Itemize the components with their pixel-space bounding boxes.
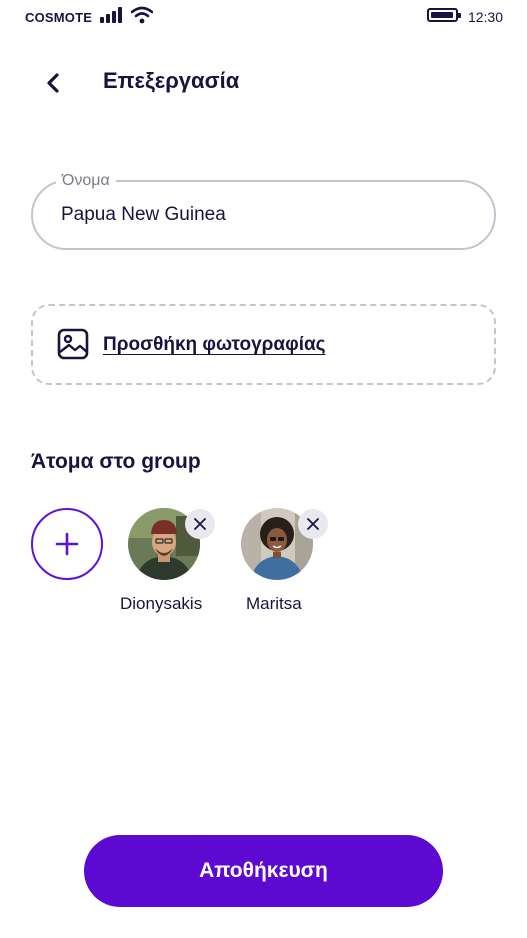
remove-member-button[interactable] xyxy=(185,509,215,539)
chevron-left-icon xyxy=(47,73,59,93)
add-member-button[interactable] xyxy=(31,508,103,580)
name-field-label: Όνομα xyxy=(56,172,116,190)
add-photo-button[interactable]: Προσθήκη φωτογραφίας xyxy=(31,304,496,385)
name-field[interactable] xyxy=(31,180,496,250)
carrier-label: COSMOTE xyxy=(25,10,93,25)
back-button[interactable] xyxy=(38,66,68,100)
signal-icon xyxy=(100,7,122,23)
member-item: Maritsa xyxy=(241,508,331,618)
plus-icon xyxy=(55,532,79,556)
image-icon xyxy=(57,328,89,360)
add-photo-label: Προσθήκη φωτογραφίας xyxy=(103,334,326,355)
close-icon xyxy=(307,518,319,530)
battery-icon xyxy=(427,8,461,22)
name-input[interactable] xyxy=(61,182,474,248)
page-title: Επεξεργασία xyxy=(103,68,240,93)
member-name: Maritsa xyxy=(246,594,302,613)
status-time: 12:30 xyxy=(467,9,503,25)
close-icon xyxy=(194,518,206,530)
wifi-icon xyxy=(131,6,153,24)
group-section-title: Άτομα στο group xyxy=(31,450,201,473)
save-button[interactable]: Αποθήκευση xyxy=(84,835,443,907)
member-item: Dionysakis xyxy=(120,508,218,618)
member-name: Dionysakis xyxy=(120,594,203,613)
remove-member-button[interactable] xyxy=(298,509,328,539)
